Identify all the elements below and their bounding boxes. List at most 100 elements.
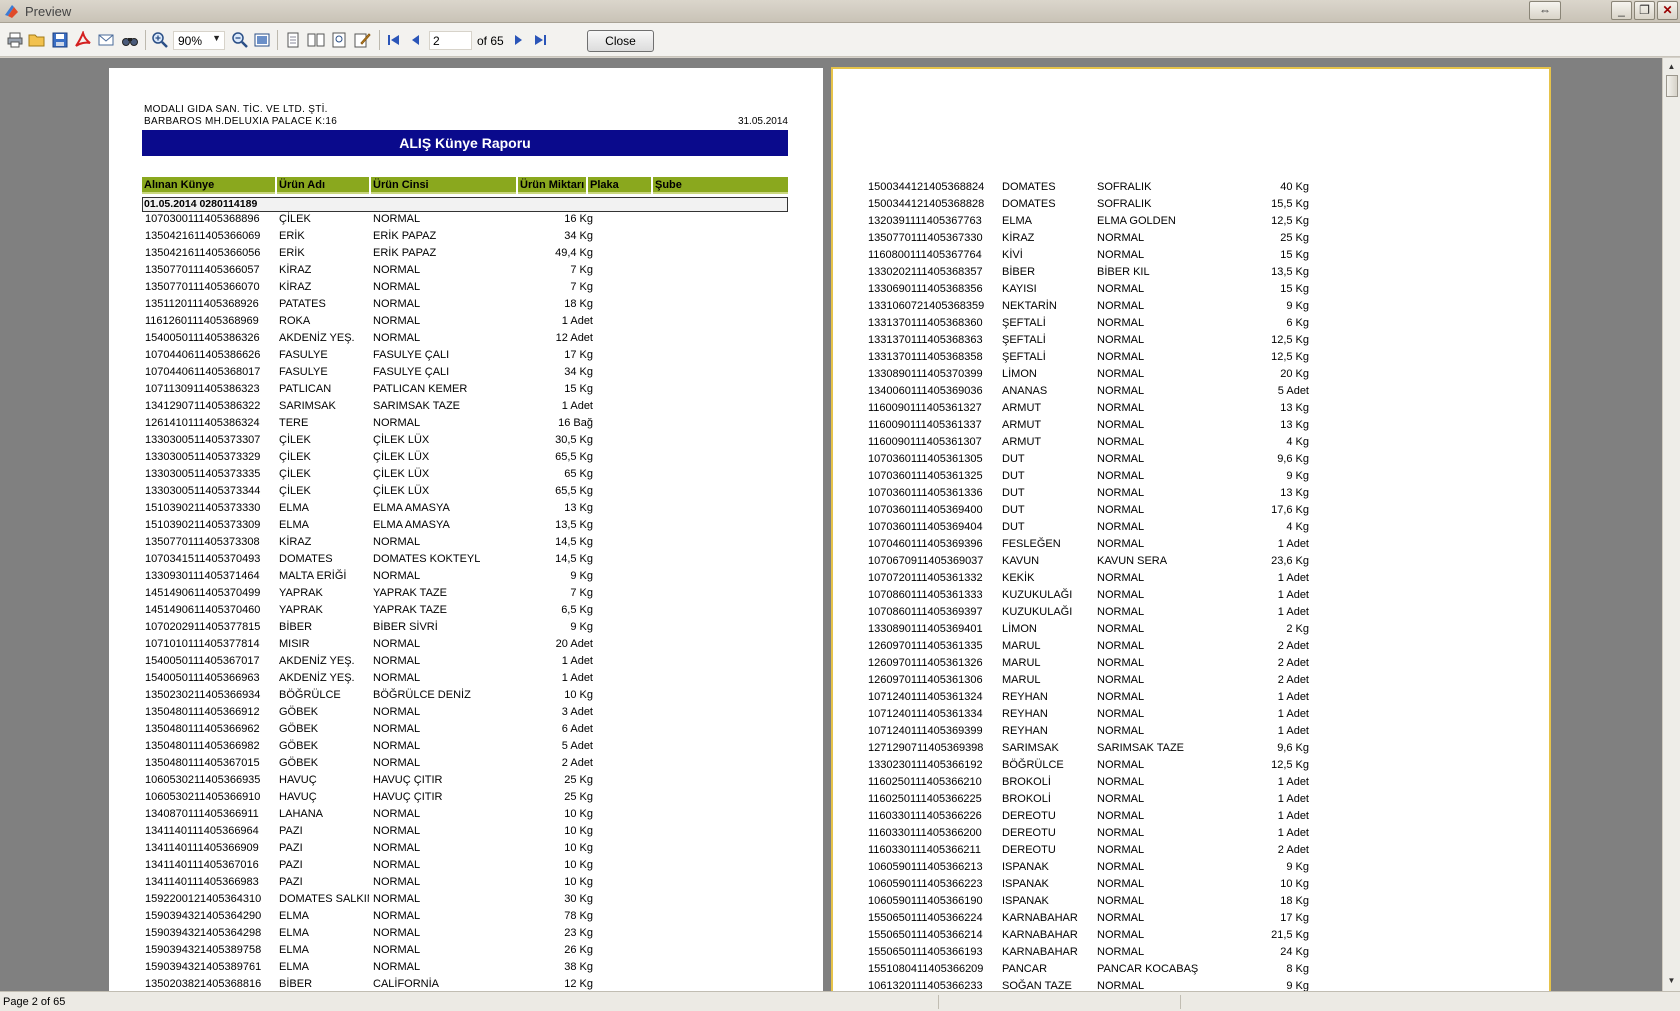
- cell-urun-cinsi: SARIMSAK TAZE: [373, 400, 461, 412]
- cell-urun-adi: BÖĞRÜLCE: [1002, 759, 1064, 771]
- print-icon[interactable]: [6, 31, 24, 49]
- table-row: 1540050111405367017 AKDENİZ YEŞ. NORMAL 1 A…: [109, 653, 809, 670]
- pdf-icon[interactable]: [74, 31, 92, 49]
- table-row: 1341140111405366983 PAZI NORMAL 10 Kg: [109, 874, 809, 891]
- cell-miktar: 7 Kg: [570, 281, 593, 293]
- table-row: 1341290711405386322 SARIMSAK SARIMSAK TAZE…: [109, 398, 809, 415]
- next-page-icon[interactable]: [509, 31, 527, 49]
- table-row: 1160800111405367764 KİVİ NORMAL 15 Kg: [833, 247, 1533, 264]
- table-row: 1070360111405369400 DUT NORMAL 17,6 Kg: [833, 502, 1533, 519]
- close-window-button[interactable]: ✕: [1657, 1, 1678, 20]
- cell-urun-adi: DUT: [1002, 504, 1025, 516]
- prev-page-icon[interactable]: [407, 31, 425, 49]
- cell-urun-adi: PATLICAN: [279, 383, 332, 395]
- table-row: 1590394321405364290 ELMA NORMAL 78 Kg: [109, 908, 809, 925]
- fit-page-icon[interactable]: [253, 31, 271, 49]
- cell-urun-adi: KUZUKULAĞI: [1002, 606, 1073, 618]
- resize-icon[interactable]: ⇔: [1529, 1, 1561, 20]
- cell-kunye: 1331370111405368358: [868, 351, 983, 363]
- minimize-button[interactable]: _: [1611, 1, 1632, 20]
- table-row: 1330890111405370399 LİMON NORMAL 20 Kg: [833, 366, 1533, 383]
- app-icon: [5, 5, 18, 18]
- cell-urun-cinsi: NORMAL: [1097, 334, 1145, 346]
- maximize-button[interactable]: ❐: [1634, 1, 1655, 20]
- cell-urun-cinsi: BÖĞRÜLCE DENİZ: [373, 689, 471, 701]
- cell-kunye: 1060530211405366935: [145, 774, 261, 786]
- cell-kunye: 1550650111405366193: [868, 946, 983, 958]
- cell-kunye: 1500344121405368824: [868, 181, 985, 193]
- thumbnails-icon[interactable]: [330, 31, 348, 49]
- cell-miktar: 12,5 Kg: [1271, 215, 1309, 227]
- cell-miktar: 13 Kg: [1280, 402, 1309, 414]
- cell-urun-cinsi: NORMAL: [1097, 776, 1145, 788]
- zoom-in-icon[interactable]: [151, 31, 169, 49]
- cell-miktar: 12,5 Kg: [1271, 351, 1309, 363]
- cell-urun-cinsi: KAVUN SERA: [1097, 555, 1168, 567]
- cell-urun-cinsi: NORMAL: [373, 417, 421, 429]
- table-row: 1350421611405366056 ERİK ERİK PAPAZ 49,4 Kg: [109, 245, 809, 262]
- cell-urun-cinsi: NORMAL: [1097, 589, 1145, 601]
- cell-urun-adi: ÇİLEK: [279, 485, 311, 497]
- two-pages-icon[interactable]: [307, 31, 325, 49]
- cell-urun-cinsi: NORMAL: [373, 740, 421, 752]
- zoom-out-icon[interactable]: [231, 31, 249, 49]
- cell-urun-cinsi: NORMAL: [373, 910, 421, 922]
- single-page-icon[interactable]: [284, 31, 302, 49]
- cell-urun-adi: NEKTARİN: [1002, 300, 1057, 312]
- cell-kunye: 1261410111405386324: [145, 417, 260, 429]
- page-number-input[interactable]: 2: [429, 31, 472, 50]
- table-row: 1540050111405386326 AKDENİZ YEŞ. NORMAL 12 …: [109, 330, 809, 347]
- find-icon[interactable]: [121, 31, 139, 49]
- preview-area[interactable]: MODALI GIDA SAN. TİC. VE LTD. ŞTİ. BARBA…: [0, 58, 1662, 991]
- cell-urun-adi: ELMA: [279, 961, 309, 973]
- cell-urun-adi: ROKA: [279, 315, 311, 327]
- cell-kunye: 1160330111405366200: [868, 827, 982, 839]
- scroll-thumb[interactable]: [1666, 75, 1678, 97]
- cell-urun-cinsi: NORMAL: [373, 298, 421, 310]
- table-row: 1161260111405368969 ROKA NORMAL 1 Adet: [109, 313, 809, 330]
- cell-miktar: 7 Kg: [570, 264, 593, 276]
- table-row: 1540050111405366963 AKDENİZ YEŞ. NORMAL 1 A…: [109, 670, 809, 687]
- scroll-up-icon[interactable]: ▲: [1665, 60, 1678, 74]
- cell-kunye: 1060530211405366910: [145, 791, 261, 803]
- cell-urun-cinsi: ELMA AMASYA: [373, 502, 450, 514]
- cell-miktar: 14,5 Kg: [555, 536, 593, 548]
- cell-kunye: 1550650111405366224: [868, 912, 983, 924]
- first-page-icon[interactable]: [385, 31, 403, 49]
- cell-kunye: 1350480111405366962: [145, 723, 260, 735]
- table-row: 1451490611405370460 YAPRAK YAPRAK TAZE 6,5 …: [109, 602, 809, 619]
- cell-urun-adi: ISPANAK: [1002, 861, 1049, 873]
- cell-urun-adi: ÇİLEK: [279, 434, 311, 446]
- vertical-scrollbar[interactable]: ▲ ▼: [1662, 58, 1680, 991]
- cell-kunye: 1330930111405371464: [145, 570, 260, 582]
- cell-kunye: 1350770111405366057: [145, 264, 260, 276]
- table-row: 1500344121405368828 DOMATES SOFRALIK 15,5 K…: [833, 196, 1533, 213]
- edit-icon[interactable]: [353, 31, 371, 49]
- table-row: 1070360111405369404 DUT NORMAL 4 Kg: [833, 519, 1533, 536]
- open-icon[interactable]: [28, 31, 46, 49]
- cell-urun-cinsi: NORMAL: [1097, 453, 1145, 465]
- cell-urun-adi: ELMA: [279, 927, 309, 939]
- title-bar: Preview ⇔ _ ❐ ✕: [0, 0, 1680, 23]
- close-button[interactable]: Close: [587, 30, 654, 52]
- cell-urun-adi: DEREOTU: [1002, 827, 1056, 839]
- column-header-miktar: Ürün Miktarı: [518, 177, 586, 194]
- zoom-select[interactable]: 90% ▼: [173, 31, 225, 50]
- cell-miktar: 65 Kg: [564, 468, 593, 480]
- cell-miktar: 10 Kg: [564, 842, 593, 854]
- table-row: 1260970111405361335 MARUL NORMAL 2 Adet: [833, 638, 1533, 655]
- scroll-down-icon[interactable]: ▼: [1665, 974, 1678, 988]
- cell-miktar: 21,5 Kg: [1271, 929, 1309, 941]
- cell-urun-cinsi: NORMAL: [373, 706, 421, 718]
- cell-urun-adi: AKDENİZ YEŞ.: [279, 655, 355, 667]
- cell-urun-cinsi: NORMAL: [373, 944, 421, 956]
- table-row: 1070460111405369396 FESLEĞEN NORMAL 1 Adet: [833, 536, 1533, 553]
- cell-urun-adi: DEREOTU: [1002, 810, 1056, 822]
- table-row: 1550650111405366214 KARNABAHAR NORMAL 21,5 …: [833, 927, 1533, 944]
- email-icon[interactable]: [97, 31, 115, 49]
- cell-urun-cinsi: NORMAL: [1097, 844, 1145, 856]
- table-row: 1330300511405373335 ÇİLEK ÇİLEK LÜX 65 Kg: [109, 466, 809, 483]
- save-icon[interactable]: [51, 31, 69, 49]
- cell-urun-cinsi: NORMAL: [1097, 487, 1145, 499]
- last-page-icon[interactable]: [531, 31, 549, 49]
